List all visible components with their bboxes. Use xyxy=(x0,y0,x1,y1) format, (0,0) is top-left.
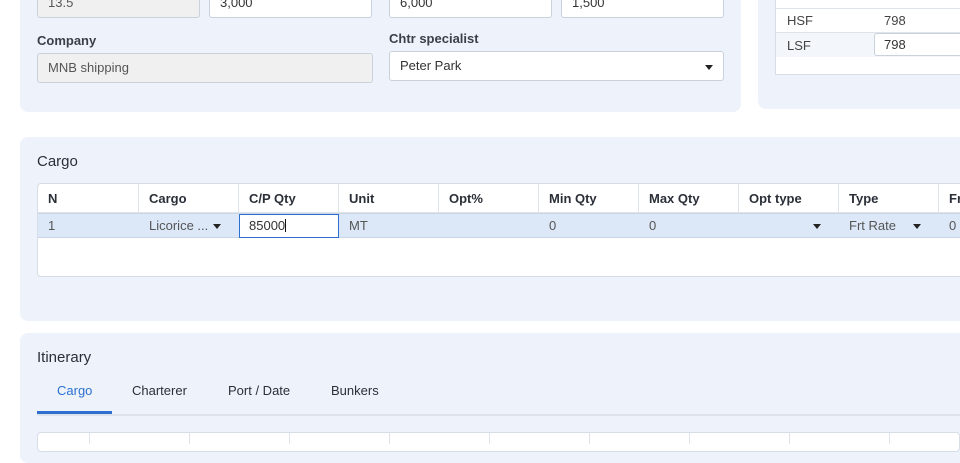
cargo-dropdown-icon[interactable] xyxy=(213,224,221,229)
chtr-specialist-label: Chtr specialist xyxy=(389,31,479,46)
cp-qty-input[interactable]: 85000 xyxy=(239,214,339,238)
column-header-type[interactable]: Type xyxy=(839,184,939,213)
chtr-specialist-select[interactable]: Peter Park xyxy=(389,51,724,81)
company-field[interactable]: MNB shipping xyxy=(37,53,373,83)
grid-col-divider xyxy=(389,433,390,444)
column-header-cp-qty[interactable]: C/P Qty xyxy=(239,184,339,213)
column-header-max-qty[interactable]: Max Qty xyxy=(639,184,739,213)
tab-bunkers[interactable]: Bunkers xyxy=(331,383,379,398)
column-header-cargo[interactable]: Cargo xyxy=(139,184,239,213)
cell-opt-pct[interactable] xyxy=(439,214,539,238)
cell-n[interactable]: 1 xyxy=(38,214,139,238)
grid-col-divider xyxy=(289,433,290,444)
grid-col-divider xyxy=(789,433,790,444)
column-header-opt-type[interactable]: Opt type xyxy=(739,184,839,213)
grid-col-divider xyxy=(489,433,490,444)
bunker-row: HSF 798 xyxy=(776,8,960,32)
header-divider xyxy=(38,212,960,213)
company-label: Company xyxy=(37,33,97,48)
top-field-a[interactable]: 13.5 xyxy=(37,0,200,18)
column-header-opt-pct[interactable]: Opt% xyxy=(439,184,539,213)
itinerary-section-title: Itinerary xyxy=(37,349,92,366)
tab-port-date[interactable]: Port / Date xyxy=(228,383,290,398)
active-tab-indicator xyxy=(37,411,112,414)
bunker-grade: LSF xyxy=(787,38,811,53)
cargo-section-title: Cargo xyxy=(37,153,78,170)
chevron-down-icon[interactable] xyxy=(705,65,713,70)
cell-max-qty[interactable]: 0 xyxy=(639,214,739,238)
top-field-b[interactable]: 3,000 xyxy=(209,0,372,18)
grid-col-divider xyxy=(189,433,190,444)
tab-cargo[interactable]: Cargo xyxy=(57,383,92,398)
column-header-fr[interactable]: Fr xyxy=(939,184,960,213)
tab-charterer[interactable]: Charterer xyxy=(132,383,187,398)
grid-col-divider xyxy=(89,433,90,444)
text-cursor xyxy=(285,219,287,232)
cell-fr[interactable]: 0 xyxy=(939,214,960,238)
itinerary-grid xyxy=(37,432,960,452)
bunker-value-input[interactable]: 798 xyxy=(874,33,960,56)
top-field-d[interactable]: 1,500 xyxy=(561,0,724,18)
grid-col-divider xyxy=(589,433,590,444)
cell-type[interactable]: Frt Rate xyxy=(839,214,909,238)
grid-col-divider xyxy=(889,433,890,444)
bunker-value: 798 xyxy=(884,13,906,28)
cell-cargo[interactable]: Licorice ... xyxy=(139,214,209,238)
chtr-specialist-value: Peter Park xyxy=(400,58,462,73)
column-header-unit[interactable]: Unit xyxy=(339,184,439,213)
top-field-c[interactable]: 6,000 xyxy=(389,0,552,18)
cell-unit[interactable]: MT xyxy=(339,214,439,238)
cell-opt-type[interactable] xyxy=(739,214,809,238)
type-dropdown-icon[interactable] xyxy=(913,224,921,229)
cargo-grid: N Cargo C/P Qty Unit Opt% Min Qty Max Qt… xyxy=(37,183,960,277)
opt-type-dropdown-icon[interactable] xyxy=(813,224,821,229)
grid-col-divider xyxy=(689,433,690,444)
column-header-n[interactable]: N xyxy=(38,184,139,213)
bunker-grade: HSF xyxy=(787,13,813,28)
tabs-divider xyxy=(37,414,960,416)
cell-min-qty[interactable]: 0 xyxy=(539,214,639,238)
column-header-min-qty[interactable]: Min Qty xyxy=(539,184,639,213)
cp-qty-value: 85000 xyxy=(249,218,286,233)
